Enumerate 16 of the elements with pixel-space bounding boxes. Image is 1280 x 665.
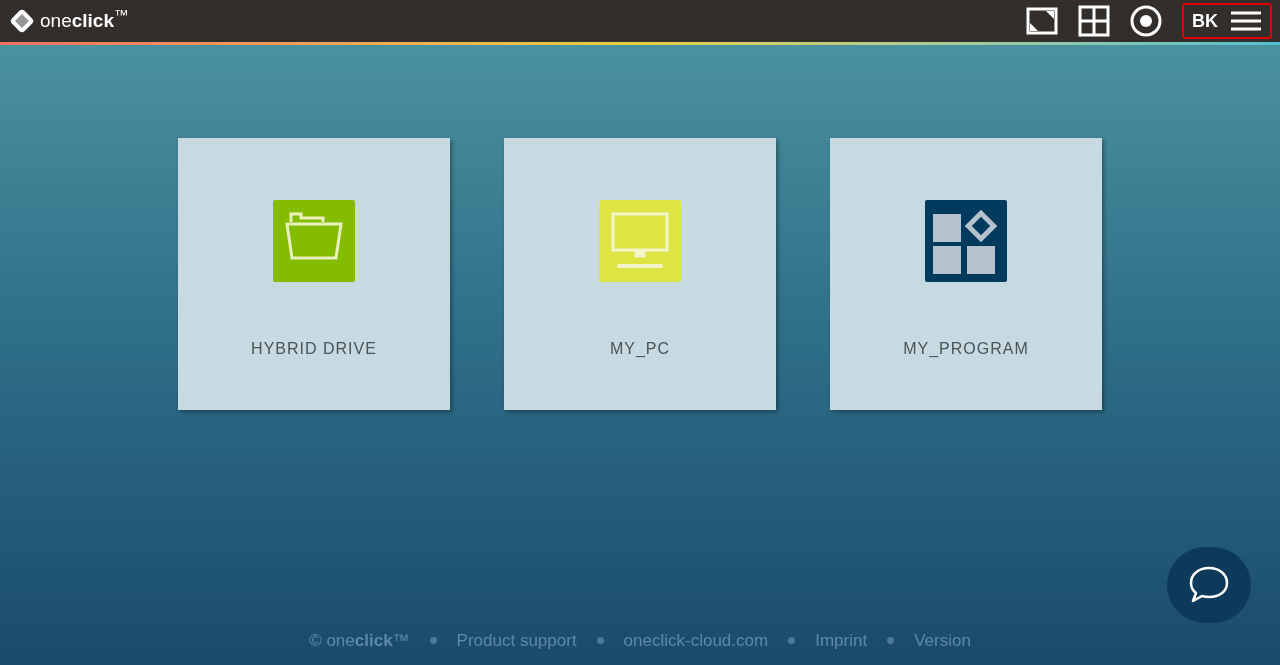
grid-icon[interactable] <box>1078 5 1110 37</box>
tile-label: MY_PC <box>609 339 671 359</box>
tile-label: MY_PROGRAM <box>903 339 1029 359</box>
app-tile[interactable]: MY_PC <box>504 138 776 410</box>
apps-icon <box>925 200 1007 282</box>
user-menu-button[interactable]: BK <box>1182 3 1272 39</box>
logo-text[interactable]: oneclick$^{™}$ <box>40 6 129 36</box>
speech-bubble-icon <box>1188 565 1230 605</box>
fullscreen-icon[interactable] <box>1026 7 1058 35</box>
record-icon[interactable] <box>1130 5 1162 37</box>
menu-icon <box>1230 11 1262 31</box>
app-tile[interactable]: MY_PROGRAM <box>830 138 1102 410</box>
monitor-icon <box>599 200 681 282</box>
app-tile[interactable]: HYBRID DRIVE <box>178 138 450 410</box>
folder-icon <box>273 200 355 282</box>
tile-label: HYBRID DRIVE <box>251 339 377 359</box>
